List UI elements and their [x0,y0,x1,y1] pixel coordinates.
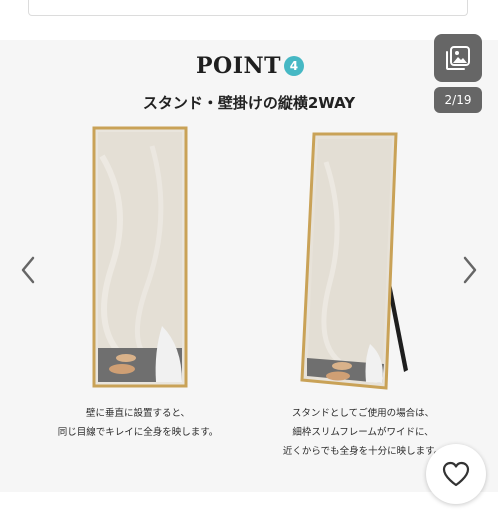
image-counter: 2/19 [434,87,482,113]
chevron-right-icon [463,256,477,284]
gallery-icon [446,46,470,70]
heart-icon [442,461,470,487]
gallery-button[interactable] [434,34,482,82]
wall-mounted-mirror-image [92,126,188,388]
point-label: POINT [196,53,281,79]
chevron-left-icon [21,256,35,284]
caption-line: 壁に垂直に設置すると、 [85,408,191,419]
caption-line: スタンドとしてご使用の場合は、 [291,408,435,419]
next-image-button[interactable] [458,250,482,290]
slide-subtitle: スタンド・壁掛けの縦横2WAY [142,94,356,112]
point-heading: POINT 4 [196,53,304,79]
caption-line: 細枠スリムフレームがワイドに、 [292,427,434,438]
standing-mirror-image [300,132,408,390]
point-number-badge: 4 [283,56,304,76]
top-strip [0,0,498,40]
bottom-strip [0,492,498,512]
top-input-box [28,0,468,16]
favorite-button[interactable] [426,444,486,504]
caption-wall-mount: 壁に垂直に設置すると、 同じ目線でキレイに全身を映します。 [30,404,246,442]
prev-image-button[interactable] [16,250,40,290]
caption-line: 同じ目線でキレイに全身を映します。 [57,427,219,438]
